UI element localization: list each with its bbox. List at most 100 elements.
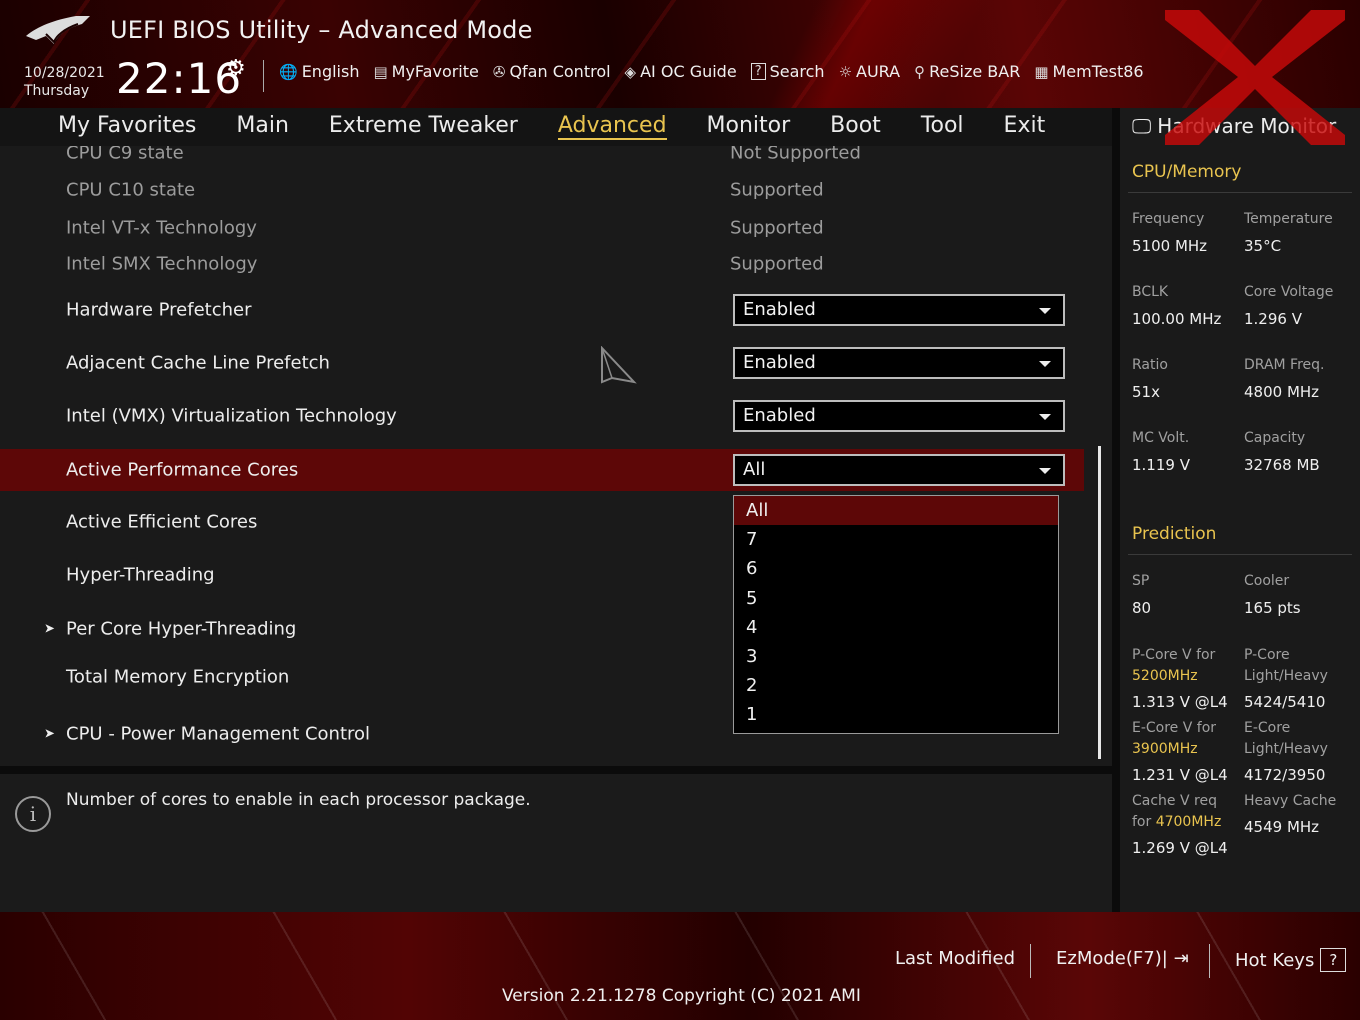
core-voltage-label: Core Voltage [1244, 284, 1334, 300]
hardware-monitor-title: 🖵 Hardware Monitor [1132, 114, 1336, 138]
active-performance-cores-select[interactable]: All [733, 454, 1065, 486]
tab-my-favorites[interactable]: My Favorites [58, 113, 196, 140]
monitor-screen-icon: 🖵 [1132, 114, 1152, 138]
tab-extreme-tweaker[interactable]: Extreme Tweaker [329, 113, 518, 140]
memtest-icon: ▦ [1034, 62, 1049, 81]
tab-advanced[interactable]: Advanced [557, 113, 667, 140]
pcore-v-freq: 5200MHz [1132, 668, 1198, 684]
dropdown-option[interactable]: 5 [734, 584, 1058, 613]
ezmode-label: EzMode(F7)| [1056, 948, 1168, 969]
setting-label: Hardware Prefetcher [66, 299, 252, 321]
hardware-prefetcher-select[interactable]: Enabled [733, 294, 1065, 326]
setting-label: Active Efficient Cores [66, 511, 258, 533]
submenu-arrow-icon: ➤ [44, 726, 55, 742]
setting-row-vmx[interactable]: Intel (VMX) Virtualization Technology En… [0, 395, 1084, 437]
cache-v-for-text: for [1132, 814, 1152, 830]
cache-v-for-line: for 4700MHz [1132, 812, 1221, 833]
header-divider [263, 60, 264, 92]
fan-icon: ✇ [492, 62, 506, 81]
select-value: Enabled [743, 405, 816, 426]
dropdown-option[interactable]: 4 [734, 613, 1058, 642]
clock-settings-gear-icon[interactable]: ⚙ [226, 56, 246, 81]
select-value: Enabled [743, 352, 816, 373]
toolbar-resize-bar[interactable]: ⚲ ReSize BAR [914, 62, 1020, 81]
temperature-label: Temperature [1244, 211, 1333, 227]
dropdown-option[interactable]: 6 [734, 554, 1058, 583]
mc-volt-value: 1.119 V [1132, 456, 1190, 474]
toolbar-qfan-control[interactable]: ✇ Qfan Control [493, 62, 611, 81]
footer-bar: Last Modified EzMode(F7)| ⇥ Hot Keys ? V… [0, 912, 1360, 1020]
setting-label: CPU C10 state [66, 179, 196, 201]
setting-label: CPU C9 state [66, 146, 184, 164]
setting-label: Hyper-Threading [66, 564, 215, 586]
day-text: Thursday [24, 83, 90, 99]
vmx-select[interactable]: Enabled [733, 400, 1065, 432]
sp-label: SP [1132, 573, 1150, 589]
toolbar-myfavorite[interactable]: ▤ MyFavorite [373, 62, 478, 81]
dropdown-caret-icon [1039, 414, 1051, 420]
hot-keys-button[interactable]: Hot Keys ? [1235, 948, 1347, 972]
heavy-cache-label: Heavy Cache [1244, 793, 1337, 809]
exit-arrow-icon: ⇥ [1173, 948, 1189, 969]
setting-label: Adjacent Cache Line Prefetch [66, 352, 330, 374]
toolbar-label: ReSize BAR [929, 62, 1021, 81]
tab-exit[interactable]: Exit [1004, 113, 1046, 140]
last-modified-button[interactable]: Last Modified [895, 948, 1015, 969]
setting-label: Per Core Hyper-Threading [66, 618, 297, 640]
setting-label: Intel VT-x Technology [66, 217, 257, 239]
date-text: 10/28/2021 [24, 65, 105, 81]
setting-row-hardware-prefetcher[interactable]: Hardware Prefetcher Enabled [0, 289, 1084, 331]
dropdown-caret-icon [1039, 308, 1051, 314]
dram-freq-value: 4800 MHz [1244, 383, 1320, 401]
footer-divider [1209, 944, 1210, 978]
setting-value: Supported [730, 179, 824, 201]
setting-label: Intel SMX Technology [66, 253, 258, 275]
toolbar-memtest[interactable]: ▦ MemTest86 [1034, 62, 1143, 81]
sp-value: 80 [1132, 599, 1152, 617]
tab-tool[interactable]: Tool [921, 113, 964, 140]
ecore-light-heavy-label: E-Core Light/Heavy [1244, 718, 1328, 760]
toolbar-label: Qfan Control [509, 62, 611, 81]
frequency-value: 5100 MHz [1132, 237, 1208, 255]
ecore-v-value: 1.231 V @L4 [1132, 766, 1228, 784]
tab-boot[interactable]: Boot [830, 113, 881, 140]
dram-freq-label: DRAM Freq. [1244, 357, 1325, 373]
setting-value: Supported [730, 253, 824, 275]
select-value: All [743, 459, 766, 480]
cooler-label: Cooler [1244, 573, 1290, 589]
tab-monitor[interactable]: Monitor [707, 113, 791, 140]
globe-icon: 🌐 [279, 62, 298, 81]
setting-label: Total Memory Encryption [66, 666, 290, 688]
dropdown-option[interactable]: All [734, 496, 1058, 526]
setting-value: Not Supported [730, 146, 861, 164]
ratio-value: 51x [1132, 383, 1160, 401]
capacity-label: Capacity [1244, 430, 1306, 446]
core-voltage-value: 1.296 V [1244, 310, 1302, 328]
toolbar-english[interactable]: 🌐 English [279, 62, 359, 81]
pcore-light-heavy-value: 5424/5410 [1244, 693, 1326, 711]
setting-row-active-performance-cores[interactable]: Active Performance Cores All [0, 449, 1084, 491]
dropdown-option[interactable]: 7 [734, 525, 1058, 554]
ai-chip-icon: ◈ [624, 62, 637, 81]
dropdown-option[interactable]: 1 [734, 700, 1058, 729]
mouse-cursor-icon [601, 346, 637, 384]
settings-scrollbar[interactable] [1098, 446, 1101, 759]
adjacent-cache-line-select[interactable]: Enabled [733, 347, 1065, 379]
dropdown-option[interactable]: 3 [734, 642, 1058, 671]
toolbar: 🌐 English ▤ MyFavorite ✇ Qfan Control ◈ … [279, 62, 1144, 81]
toolbar-search[interactable]: ? Search [750, 62, 825, 81]
pcore-light-heavy-label: P-Core Light/Heavy [1244, 645, 1328, 687]
toolbar-aura[interactable]: ☼ AURA [839, 62, 901, 81]
tab-main[interactable]: Main [236, 113, 289, 140]
pcore-v-label: P-Core V for 5200MHz [1132, 645, 1215, 687]
toolbar-ai-oc-guide[interactable]: ◈ AI OC Guide [625, 62, 737, 81]
aura-light-icon: ☼ [838, 62, 853, 81]
setting-row-adjacent-cache-line[interactable]: Adjacent Cache Line Prefetch Enabled [0, 342, 1084, 384]
toolbar-label: MyFavorite [391, 62, 479, 81]
hw-title-text: Hardware Monitor [1157, 114, 1337, 138]
setting-label: Active Performance Cores [66, 459, 299, 481]
cpu-memory-section-title: CPU/Memory [1132, 162, 1242, 182]
toolbar-label: MemTest86 [1052, 62, 1144, 81]
dropdown-option[interactable]: 2 [734, 671, 1058, 700]
ezmode-button[interactable]: EzMode(F7)| ⇥ [1056, 948, 1189, 969]
